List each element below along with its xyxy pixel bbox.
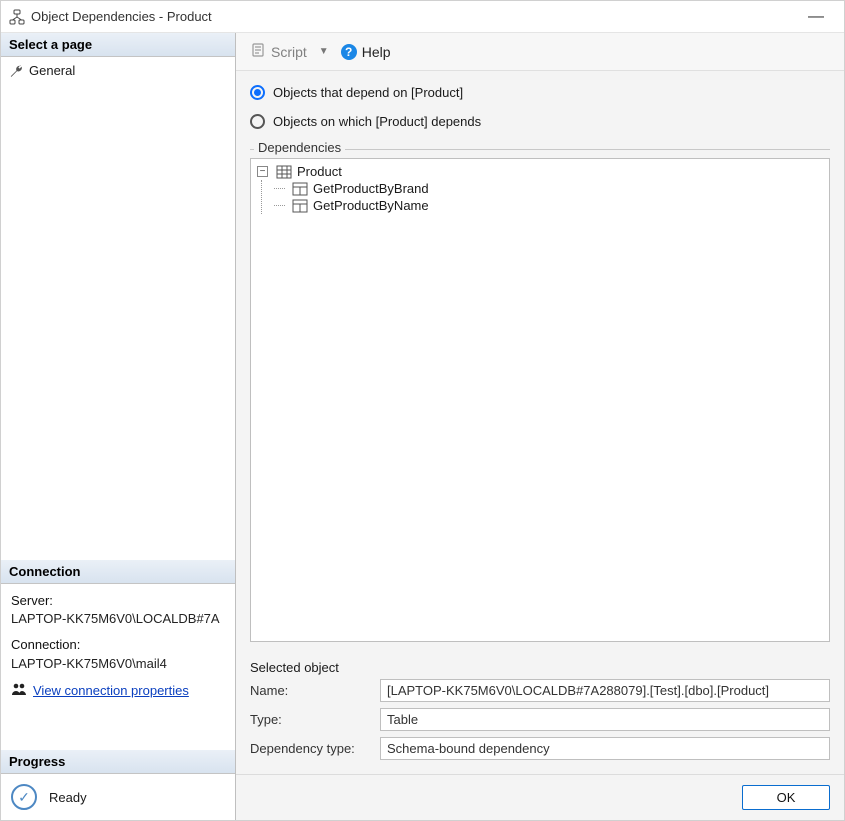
tree-collapse-toggle[interactable]: −	[257, 166, 268, 177]
tree-child-node[interactable]: GetProductByBrand	[274, 180, 825, 197]
tree-root-node[interactable]: − Product	[255, 163, 825, 180]
tree-children: GetProductByBrand GetPr	[261, 180, 825, 214]
procedure-icon	[292, 199, 308, 213]
toolbar: Script ▼ ? Help	[236, 33, 844, 71]
dependency-tree[interactable]: − Product	[250, 158, 830, 642]
dependencies-group: Dependencies − Product	[250, 149, 830, 642]
script-icon	[250, 42, 266, 61]
script-button[interactable]: Script	[244, 39, 313, 64]
dialog-footer: OK	[236, 774, 844, 820]
page-item-general[interactable]: General	[1, 61, 235, 80]
procedure-icon	[292, 182, 308, 196]
progress-header: Progress	[1, 750, 235, 774]
script-label: Script	[271, 44, 307, 60]
progress-status-text: Ready	[49, 790, 87, 805]
help-icon: ?	[341, 44, 357, 60]
dependencies-icon	[9, 9, 25, 25]
help-label: Help	[362, 44, 391, 60]
radio-icon-unselected	[250, 114, 265, 129]
radio-depends-label: Objects on which [Product] depends	[273, 114, 481, 129]
script-dropdown-arrow[interactable]: ▼	[317, 46, 331, 57]
ok-button[interactable]: OK	[742, 785, 830, 810]
tree-child-node[interactable]: GetProductByName	[274, 197, 825, 214]
tree-child-label: GetProductByName	[313, 198, 429, 213]
minimize-button[interactable]: —	[796, 3, 836, 31]
titlebar: Object Dependencies - Product —	[1, 1, 844, 33]
users-icon	[11, 681, 27, 702]
page-item-label: General	[29, 63, 75, 78]
dependency-type-value[interactable]: Schema-bound dependency	[380, 737, 830, 760]
dialog-window: Object Dependencies - Product — Select a…	[0, 0, 845, 821]
radio-depend-on[interactable]: Objects that depend on [Product]	[250, 83, 830, 102]
connection-label: Connection:	[11, 636, 225, 654]
type-value[interactable]: Table	[380, 708, 830, 731]
check-icon: ✓	[11, 784, 37, 810]
radio-icon-selected	[250, 85, 265, 100]
page-list: General	[1, 57, 235, 84]
dependencies-group-label: Dependencies	[254, 140, 345, 155]
select-page-header: Select a page	[1, 33, 235, 57]
server-value: LAPTOP-KK75M6V0\LOCALDB#7A	[11, 610, 225, 628]
window-title: Object Dependencies - Product	[31, 9, 796, 24]
tree-child-label: GetProductByBrand	[313, 181, 429, 196]
selected-object-block: Selected object Name: [LAPTOP-KK75M6V0\L…	[250, 652, 830, 766]
progress-status-row: ✓ Ready	[1, 774, 235, 820]
table-icon	[276, 165, 292, 179]
type-label: Type:	[250, 712, 370, 727]
name-label: Name:	[250, 683, 370, 698]
radio-depends[interactable]: Objects on which [Product] depends	[250, 112, 830, 131]
dependency-type-label: Dependency type:	[250, 741, 370, 756]
help-button[interactable]: ? Help	[335, 41, 397, 63]
server-label: Server:	[11, 592, 225, 610]
left-pane: Select a page General Connection Server:…	[1, 33, 236, 820]
name-value[interactable]: [LAPTOP-KK75M6V0\LOCALDB#7A288079].[Test…	[380, 679, 830, 702]
wrench-icon	[9, 64, 23, 78]
connection-header: Connection	[1, 560, 235, 584]
right-pane: Script ▼ ? Help Objects that depend on […	[236, 33, 844, 820]
radio-depend-on-label: Objects that depend on [Product]	[273, 85, 463, 100]
content-area: Objects that depend on [Product] Objects…	[236, 71, 844, 774]
connection-info: Server: LAPTOP-KK75M6V0\LOCALDB#7A Conne…	[1, 584, 235, 710]
selected-object-title: Selected object	[250, 660, 830, 675]
connection-value: LAPTOP-KK75M6V0\mail4	[11, 655, 225, 673]
tree-root-label: Product	[297, 164, 342, 179]
view-connection-properties-link[interactable]: View connection properties	[33, 682, 189, 700]
